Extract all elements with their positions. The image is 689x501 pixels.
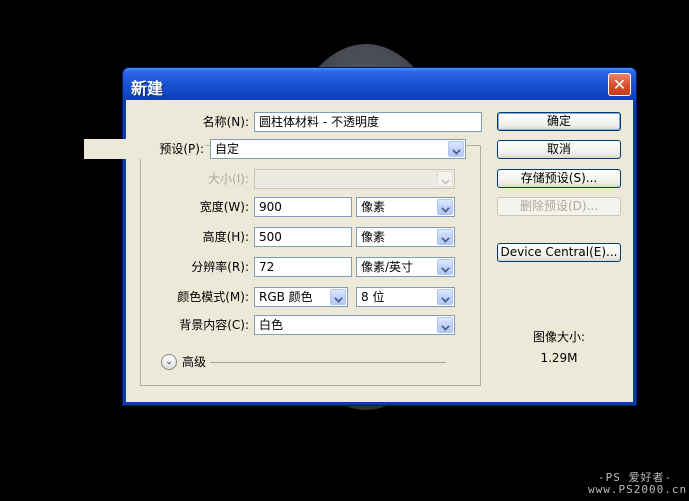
title-bar[interactable]: 新建 ✕ [123,68,636,100]
image-size-label: 图像大小: [532,330,586,344]
new-document-dialog: 新建 ✕ 名称(N): 圆柱体材料 - 不透明度 预设(P): 自定 大小(I)… [84,68,636,405]
height-unit-select[interactable]: 像素 [356,227,455,247]
close-button[interactable]: ✕ [608,73,631,96]
advanced-label: 高级 [182,355,207,369]
chevron-down-icon[interactable] [437,259,453,275]
size-select [254,169,455,189]
width-unit-value: 像素 [361,200,386,214]
resolution-unit-select[interactable]: 像素/英寸 [356,257,455,277]
name-label: 名称(N): [202,115,249,129]
height-label: 高度(H): [202,230,249,244]
chevron-down-icon[interactable] [437,229,453,245]
watermark-line-2: www.PS2000.cn [588,483,688,496]
color-mode-value: RGB 颜色 [259,290,313,304]
background-contents-value: 白色 [259,318,284,332]
dialog-title: 新建 [131,79,164,98]
double-chevron-down-icon: ⌄ [165,356,173,367]
chevron-down-icon[interactable] [437,317,453,333]
resolution-unit-value: 像素/英寸 [361,260,414,274]
background-contents-select[interactable]: 白色 [254,315,455,335]
color-mode-label: 颜色模式(M): [177,290,249,304]
width-input[interactable]: 900 [254,197,352,217]
resolution-input[interactable]: 72 [254,257,352,277]
bit-depth-select[interactable]: 8 位 [356,287,455,307]
dialog-client-area: 名称(N): 圆柱体材料 - 不透明度 预设(P): 自定 大小(I): 宽度(… [84,100,633,402]
ok-button[interactable]: 确定 [497,112,621,131]
chevron-down-icon[interactable] [437,199,453,215]
chevron-down-icon[interactable] [437,289,453,305]
preset-select[interactable]: 自定 [210,139,466,159]
height-unit-value: 像素 [361,230,386,244]
width-label: 宽度(W): [199,200,249,214]
height-input[interactable]: 500 [254,227,352,247]
preset-label: 预设(P): [84,139,206,159]
background-contents-label: 背景内容(C): [179,318,249,332]
advanced-toggle-button[interactable]: ⌄ [161,354,177,370]
size-label: 大小(I): [208,172,249,186]
resolution-label: 分辨率(R): [191,260,249,274]
device-central-button[interactable]: Device Central(E)... [497,243,621,262]
chevron-down-icon[interactable] [330,289,346,305]
cancel-button[interactable]: 取消 [497,140,621,159]
advanced-divider [210,362,446,363]
close-icon: ✕ [612,75,627,94]
bit-depth-value: 8 位 [361,290,385,304]
save-preset-button[interactable]: 存储预设(S)... [497,169,621,188]
image-size-value: 1.29M [540,351,578,365]
width-unit-select[interactable]: 像素 [356,197,455,217]
chevron-down-icon [437,171,453,187]
preset-value: 自定 [215,142,240,156]
chevron-down-icon[interactable] [448,141,464,157]
delete-preset-button: 删除预设(D)... [497,197,621,216]
color-mode-select[interactable]: RGB 颜色 [254,287,348,307]
name-input[interactable]: 圆柱体材料 - 不透明度 [254,112,482,132]
